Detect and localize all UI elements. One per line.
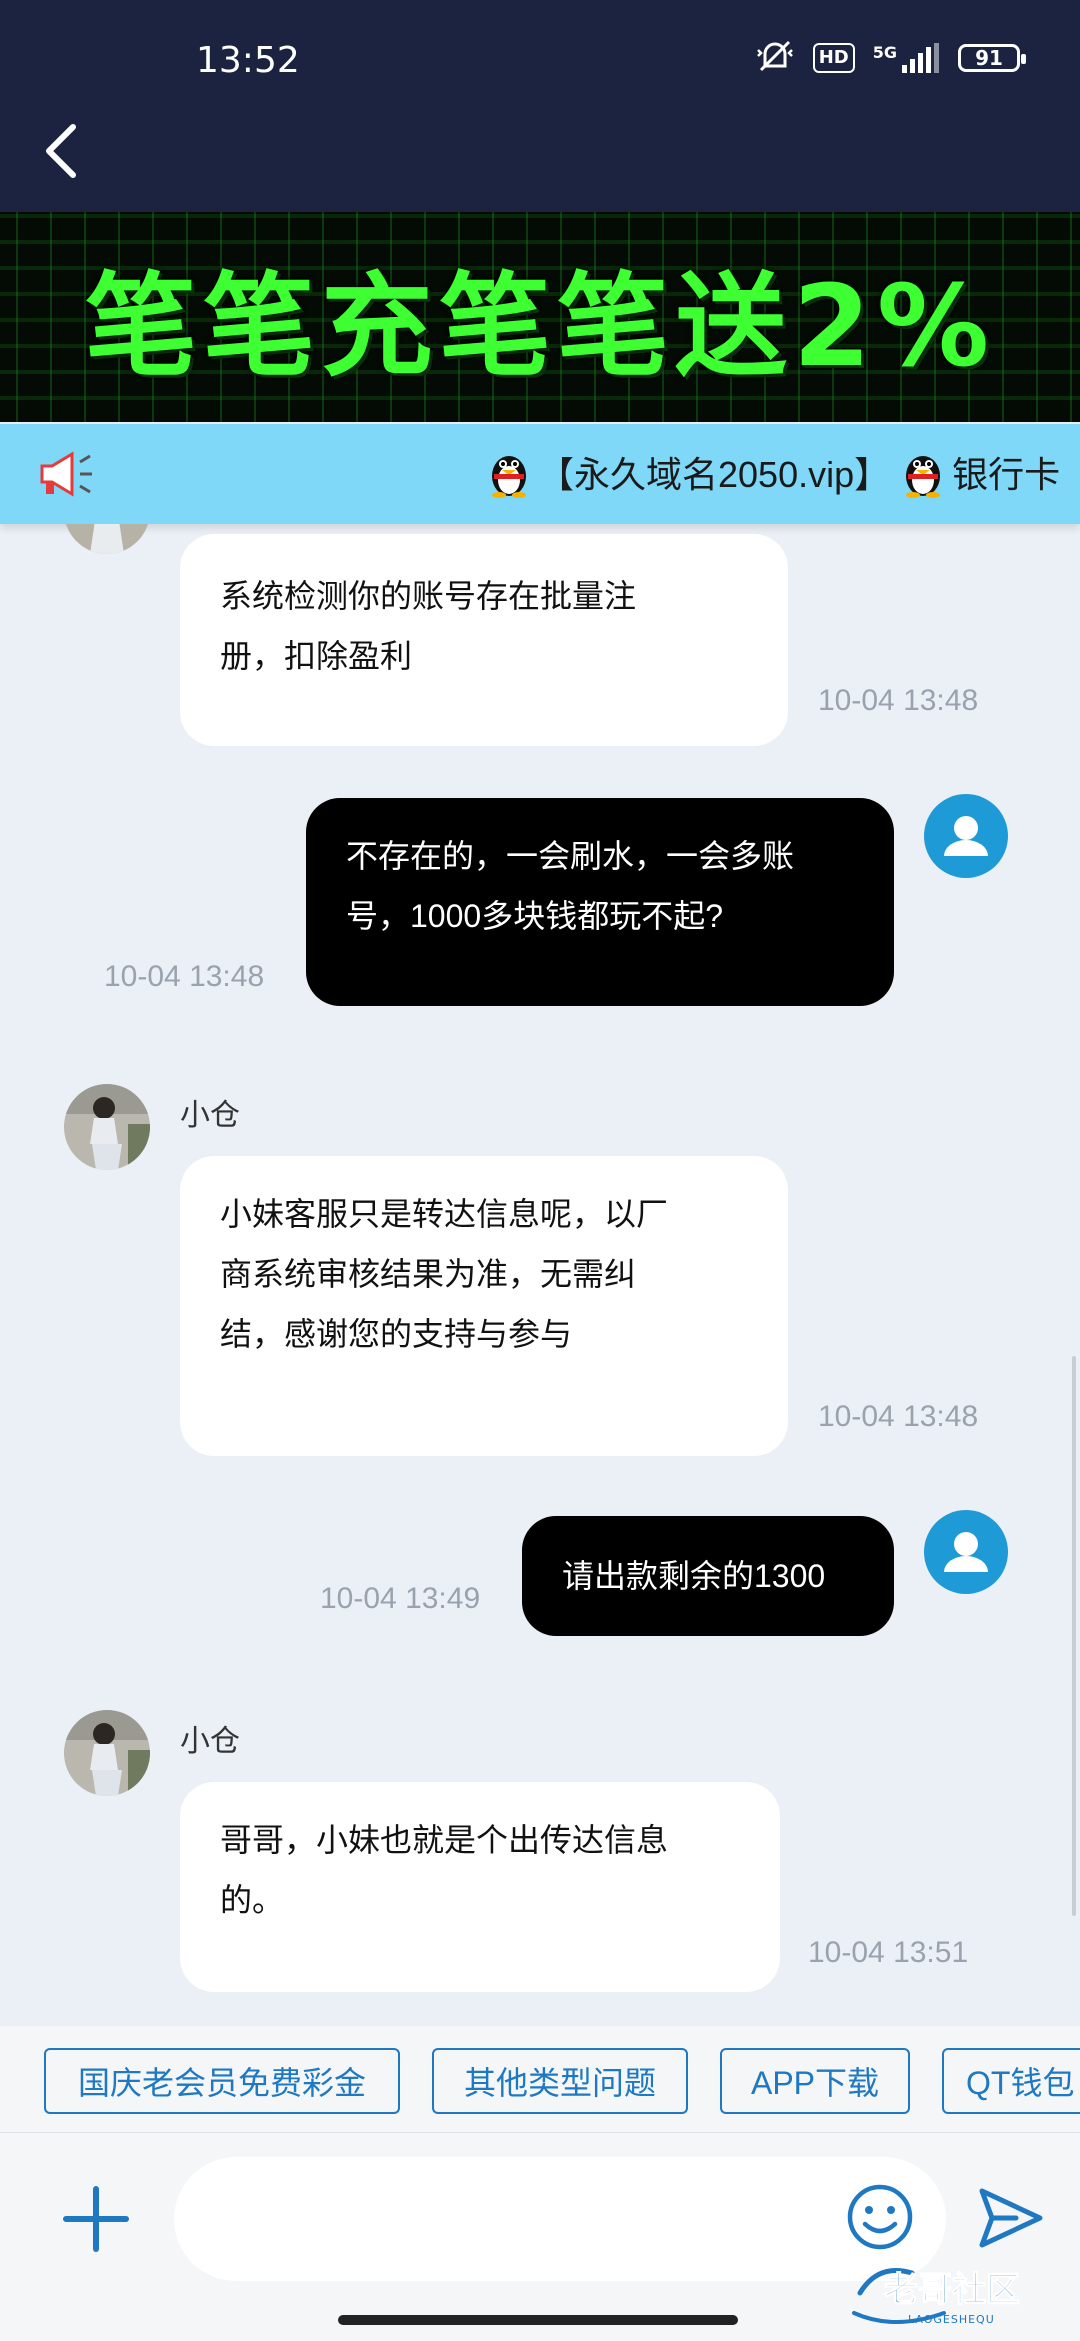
- message-line: 结，感谢您的支持与参与: [220, 1316, 573, 1352]
- message-bubble-outgoing[interactable]: 请出款剩余的1300: [522, 1516, 894, 1636]
- battery-icon: 91: [958, 44, 1026, 72]
- plus-icon: [63, 2186, 129, 2252]
- community-watermark: 老哥社区 LAOGESHEQU: [848, 2253, 1068, 2329]
- network-type: 5G: [872, 43, 897, 62]
- quick-reply-button[interactable]: 其他类型问题: [432, 2048, 688, 2114]
- notice-text: 【永久域名2050.vip】 银行卡: [486, 446, 1060, 507]
- svg-text:LAOGESHEQU: LAOGESHEQU: [908, 2313, 995, 2326]
- avatar[interactable]: [64, 1710, 150, 1796]
- sender-name: 小仓: [180, 1099, 240, 1132]
- quick-reply-button[interactable]: 国庆老会员免费彩金: [44, 2048, 400, 2114]
- status-icons: HD 5G 91: [755, 38, 1026, 78]
- quick-reply-bar[interactable]: 国庆老会员免费彩金 其他类型问题 APP下载 QT钱包: [0, 2026, 1080, 2132]
- chevron-left-icon: [46, 124, 76, 178]
- smiley-icon: [847, 2184, 913, 2250]
- sender-name: 小仓: [180, 1725, 240, 1758]
- message-bubble-incoming[interactable]: 小妹客服只是转达信息呢，以厂 商系统审核结果为准，无需纠 结，感谢您的支持与参与: [180, 1156, 788, 1456]
- battery-level: 91: [975, 46, 1003, 70]
- svg-text:老哥社区: 老哥社区: [884, 2270, 1020, 2310]
- avatar[interactable]: [64, 524, 150, 554]
- penguin-icon: [900, 448, 946, 507]
- message-input[interactable]: [174, 2157, 946, 2281]
- scrollbar[interactable]: [1072, 1356, 1076, 1916]
- signal-icon: 5G: [873, 43, 940, 73]
- send-icon: [979, 2188, 1043, 2248]
- penguin-icon: [486, 448, 532, 507]
- home-indicator[interactable]: [338, 2315, 738, 2325]
- status-bar: 13:52 HD 5G 91: [0, 0, 1080, 90]
- emoji-button[interactable]: [844, 2181, 916, 2253]
- message-timestamp: 10-04 13:48: [104, 960, 265, 993]
- megaphone-icon: [36, 448, 96, 500]
- my-avatar[interactable]: [924, 794, 1008, 878]
- notice-marquee[interactable]: 【永久域名2050.vip】 银行卡: [0, 424, 1080, 524]
- message-list[interactable]: 系统检测你的账号存在批量注 册，扣除盈利 10-04 13:48 不存在的，一会…: [0, 524, 1080, 2026]
- notice-message: 【永久域名2050.vip】: [538, 454, 891, 495]
- message-bubble-incoming[interactable]: 哥哥，小妹也就是个出传达信息 的。: [180, 1782, 780, 1992]
- quick-reply-button[interactable]: QT钱包: [942, 2048, 1080, 2114]
- message-line: 请出款剩余的1300: [562, 1558, 826, 1594]
- message-timestamp: 10-04 13:48: [818, 1400, 979, 1433]
- quick-reply-button[interactable]: APP下载: [720, 2048, 910, 2114]
- avatar[interactable]: [64, 1084, 150, 1170]
- message-bubble-outgoing[interactable]: 不存在的，一会刷水，一会多账 号，1000多块钱都玩不起?: [306, 798, 894, 1006]
- banner-text: 笔笔充笔笔送2%: [84, 262, 996, 392]
- hd-badge: HD: [812, 43, 855, 73]
- promo-banner[interactable]: 笔笔充笔笔送2%: [0, 212, 1080, 422]
- message-bubble-incoming[interactable]: 系统检测你的账号存在批量注 册，扣除盈利: [180, 534, 788, 746]
- back-button[interactable]: [26, 116, 96, 186]
- mute-vibrate-icon: [755, 38, 795, 78]
- message-timestamp: 10-04 13:48: [818, 684, 979, 717]
- chat-header: [0, 90, 1080, 212]
- message-line: 哥哥，小妹也就是个出传达信息: [220, 1822, 669, 1858]
- message-timestamp: 10-04 13:49: [320, 1582, 481, 1615]
- message-input-bar: 老哥社区 LAOGESHEQU: [0, 2132, 1080, 2341]
- send-button[interactable]: [976, 2185, 1046, 2251]
- attach-button[interactable]: [60, 2183, 132, 2255]
- status-time: 13:52: [196, 40, 300, 81]
- notice-message-continued: 银行卡: [952, 454, 1061, 495]
- my-avatar[interactable]: [924, 1510, 1008, 1594]
- message-timestamp: 10-04 13:51: [808, 1936, 969, 1969]
